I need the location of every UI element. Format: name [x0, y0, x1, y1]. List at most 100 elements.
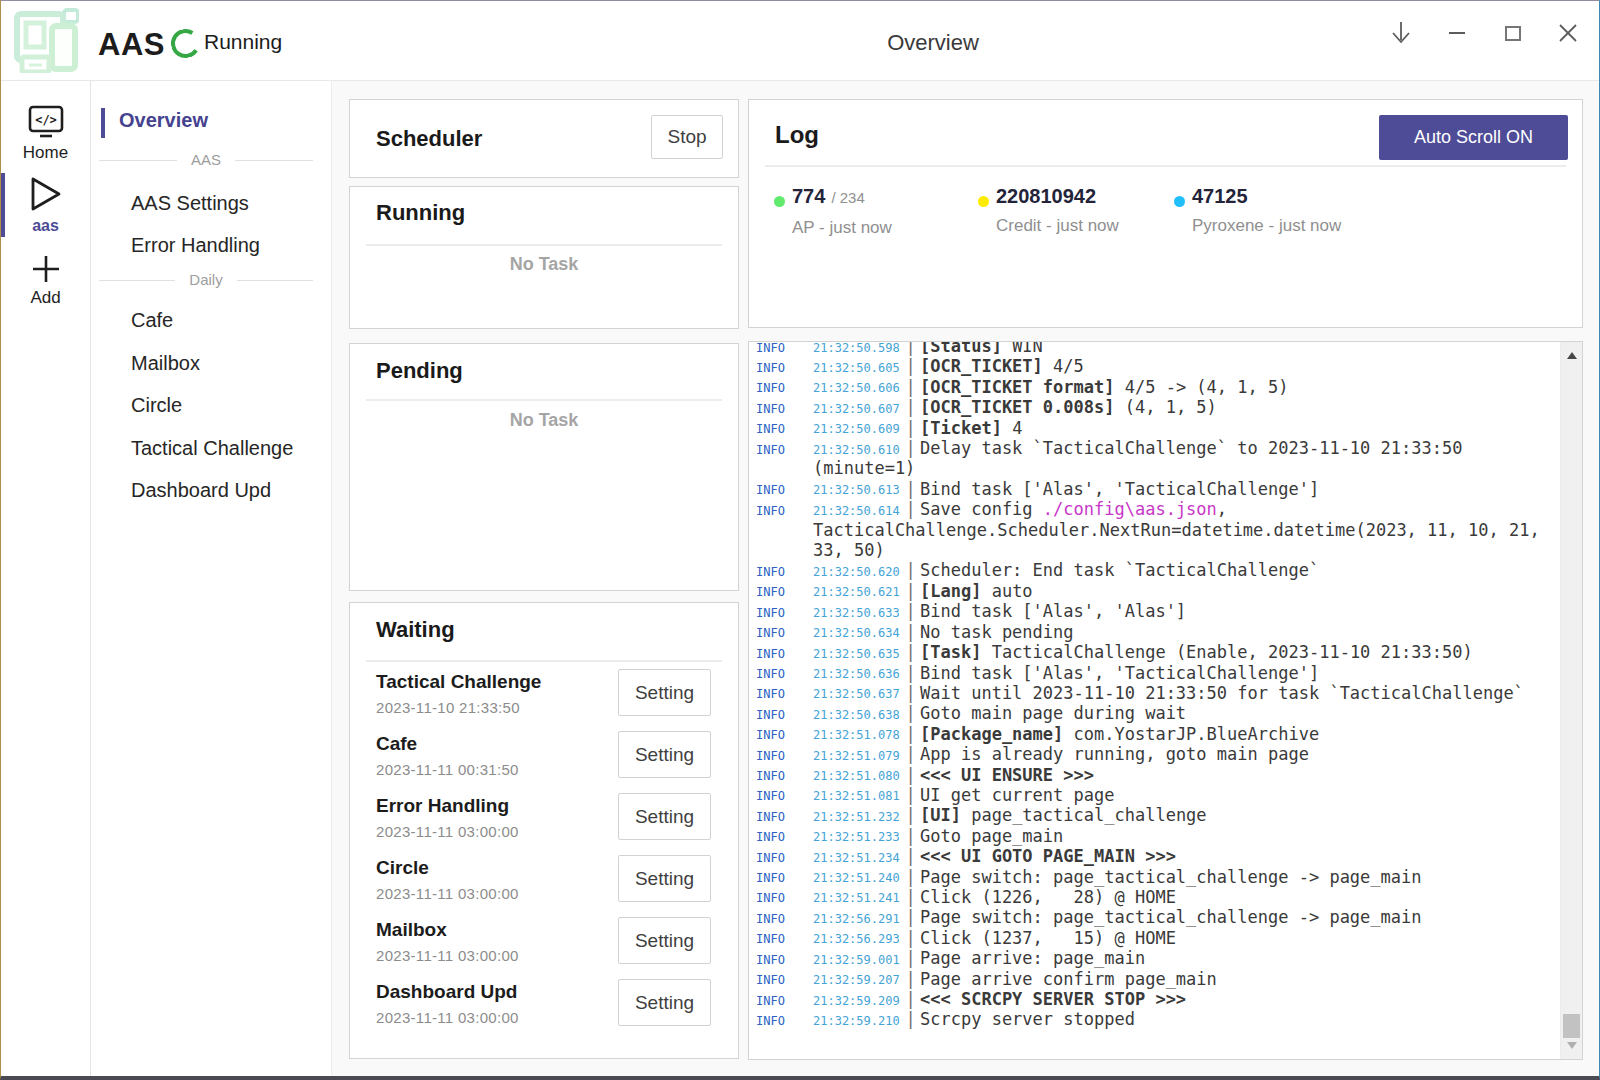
scroll-thumb[interactable]: [1563, 1014, 1580, 1038]
download-button[interactable]: [1381, 13, 1421, 53]
log-line: INFO21:32:59.210|Scrcpy server stopped: [756, 1009, 1556, 1029]
running-spinner-icon: [168, 26, 202, 60]
pending-card: Pending No Task: [349, 343, 739, 591]
log-line: INFO21:32:51.233|Goto page_main: [756, 826, 1556, 846]
code-monitor-icon: </>: [27, 105, 65, 139]
pending-empty-label: No Task: [350, 406, 738, 434]
auto-scroll-button[interactable]: Auto Scroll ON: [1379, 115, 1568, 160]
close-button[interactable]: [1548, 13, 1588, 53]
pending-divider: [366, 399, 722, 401]
log-line: INFO21:32:51.080|<<< UI ENSURE >>>: [756, 765, 1556, 785]
log-line: INFO21:32:50.636|Bind task ['Alas', 'Tac…: [756, 663, 1556, 683]
running-card: Running No Task: [349, 186, 739, 329]
waiting-task-row: Tactical Challenge2023-11-10 21:33:50 Set…: [376, 667, 711, 729]
waiting-task-row: Error Handling2023-11-11 03:00:00Setting: [376, 791, 711, 853]
log-line: INFO21:32:50.613|Bind task ['Alas', 'Tac…: [756, 479, 1556, 499]
setting-button[interactable]: Setting: [618, 855, 711, 902]
waiting-task-time: 2023-11-10 21:33:50: [376, 697, 520, 719]
log-line: INFO21:32:59.207|Page arrive confirm pag…: [756, 969, 1556, 989]
setting-button[interactable]: Setting: [618, 669, 711, 716]
log-line: INFO21:32:50.634|No task pending: [756, 622, 1556, 642]
log-line: INFO21:32:51.081|UI get current page: [756, 785, 1556, 805]
stat-dot-icon: [774, 196, 785, 207]
stat-caption: Pyroxene - just now: [1192, 215, 1341, 237]
scheduler-title: Scheduler: [376, 123, 482, 155]
setting-button[interactable]: Setting: [618, 793, 711, 840]
stat-dot-icon: [1174, 196, 1185, 207]
log-line: INFO21:32:50.610|Delay task `TacticalCha…: [756, 438, 1556, 458]
log-stat-pyroxene: 47125Pyroxene - just now: [1174, 184, 1341, 237]
waiting-task-name: Cafe: [376, 731, 417, 757]
log-line: INFO21:32:50.638|Goto main page during w…: [756, 703, 1556, 723]
scroll-up-icon[interactable]: [1567, 352, 1577, 359]
waiting-task-name: Dashboard Upd: [376, 979, 517, 1005]
log-line-continuation: 33, 50): [756, 540, 1556, 560]
log-output-card[interactable]: INFO21:32:50.598|[Status] WININFO21:32:5…: [748, 341, 1583, 1060]
waiting-task-row: Dashboard Upd2023-11-11 03:00:00 Setting: [376, 977, 711, 1039]
app-logo-icon: [9, 7, 79, 73]
stat-caption: Credit - just now: [996, 215, 1119, 237]
running-empty-label: No Task: [350, 250, 738, 278]
stat-suffix: / 234: [831, 189, 864, 206]
rail-item-add[interactable]: Add: [1, 254, 90, 308]
log-line: INFO21:32:50.607|[OCR_TICKET 0.008s] (4,…: [756, 397, 1556, 417]
left-rail: </> Home aas Add: [1, 81, 91, 1076]
stop-button[interactable]: Stop: [651, 115, 723, 159]
setting-button[interactable]: Setting: [618, 917, 711, 964]
log-line: INFO21:32:51.232|[UI] page_tactical_chal…: [756, 805, 1556, 825]
nav-item-tactical-challenge[interactable]: Tactical Challenge: [131, 435, 293, 461]
page-title: Overview: [887, 30, 979, 56]
log-line: INFO21:32:50.614|Save config ./config\aa…: [756, 499, 1556, 519]
maximize-button[interactable]: [1493, 13, 1533, 53]
nav-item-dashboard-upd[interactable]: Dashboard Upd: [131, 477, 271, 503]
running-title: Running: [376, 197, 465, 229]
nav-item-overview[interactable]: Overview: [119, 107, 208, 133]
running-status-label: Running: [204, 30, 282, 54]
log-line: INFO21:32:51.078|[Package_name] com.Yost…: [756, 724, 1556, 744]
app-name: AAS: [98, 27, 165, 63]
scheduler-card: Scheduler Stop: [349, 99, 739, 178]
nav-item-circle[interactable]: Circle: [131, 392, 182, 418]
close-icon: [1558, 23, 1578, 43]
waiting-task-name: Tactical Challenge: [376, 669, 541, 695]
log-scrollbar[interactable]: [1560, 342, 1582, 1059]
stat-value: 220810942: [996, 184, 1119, 208]
waiting-task-time: 2023-11-11 03:00:00: [376, 883, 519, 905]
nav-item-aas-settings[interactable]: AAS Settings: [131, 190, 249, 216]
log-card: Log Auto Scroll ON 774/ 234AP - just now…: [748, 99, 1583, 328]
rail-label-aas: aas: [1, 217, 90, 235]
scroll-down-icon[interactable]: [1567, 1042, 1577, 1049]
plus-icon: [31, 254, 61, 284]
log-line-continuation: TacticalChallenge.Scheduler.NextRun=date…: [756, 520, 1556, 540]
log-line: INFO21:32:56.293|Click (1237, 15) @ HOME: [756, 928, 1556, 948]
log-line: INFO21:32:50.621|[Lang] auto: [756, 581, 1556, 601]
log-line: INFO21:32:51.079|App is already running,…: [756, 744, 1556, 764]
rail-item-aas[interactable]: aas: [1, 175, 90, 235]
waiting-task-name: Error Handling: [376, 793, 509, 819]
waiting-task-name: Circle: [376, 855, 429, 881]
log-stat-ap: 774/ 234AP - just now: [774, 184, 892, 239]
waiting-title: Waiting: [376, 614, 455, 646]
log-line: INFO21:32:59.209|<<< SCRCPY SERVER STOP …: [756, 989, 1556, 1009]
nav-item-cafe[interactable]: Cafe: [131, 307, 173, 333]
nav-item-mailbox[interactable]: Mailbox: [131, 350, 200, 376]
minimize-button[interactable]: [1437, 13, 1477, 53]
setting-button[interactable]: Setting: [618, 731, 711, 778]
log-line: INFO21:32:51.241|Click (1226, 28) @ HOME: [756, 887, 1556, 907]
log-line: INFO21:32:56.291|Page switch: page_tacti…: [756, 907, 1556, 927]
waiting-divider: [366, 660, 722, 662]
log-line: INFO21:32:50.635|[Task] TacticalChalleng…: [756, 642, 1556, 662]
maximize-icon: [1505, 26, 1521, 41]
rail-item-home[interactable]: </> Home: [1, 105, 90, 163]
stat-dot-icon: [978, 196, 989, 207]
log-line: INFO21:32:50.620|Scheduler: End task `Ta…: [756, 560, 1556, 580]
minimize-icon: [1449, 32, 1465, 34]
nav-item-error-handling[interactable]: Error Handling: [131, 232, 260, 258]
nav-group-divider-aas: AAS: [99, 150, 313, 170]
waiting-task-row: Circle2023-11-11 03:00:00 Setting: [376, 853, 711, 915]
waiting-task-time: 2023-11-11 03:00:00: [376, 1007, 519, 1029]
waiting-task-time: 2023-11-11 00:31:50: [376, 759, 519, 781]
nav-active-indicator: [101, 108, 105, 138]
waiting-task-time: 2023-11-11 03:00:00: [376, 945, 519, 967]
setting-button[interactable]: Setting: [618, 979, 711, 1026]
